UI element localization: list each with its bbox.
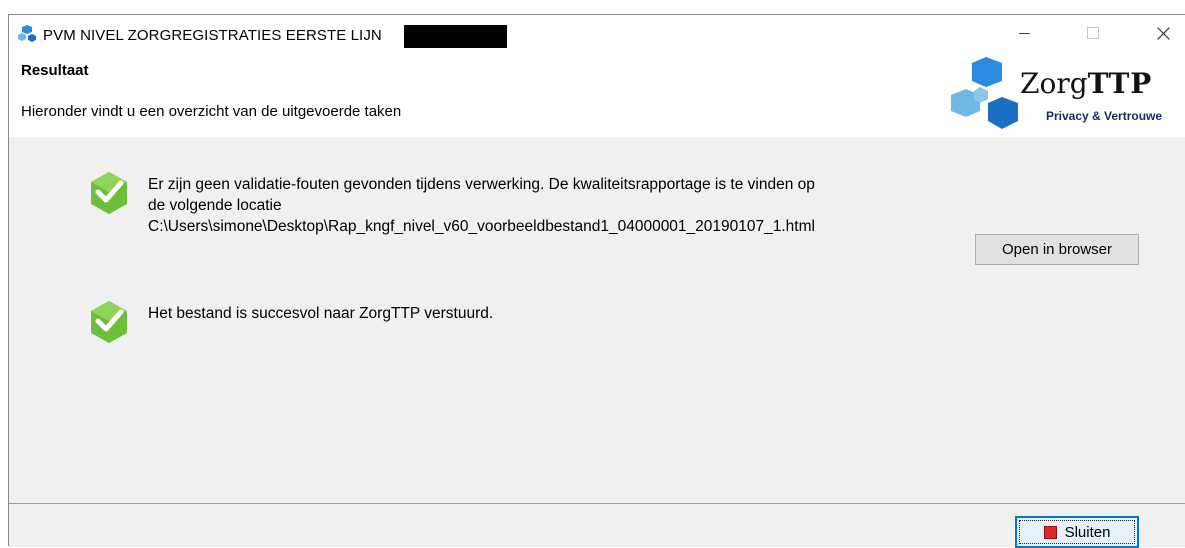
page-subtitle: Hieronder vindt u een overzicht van de u… xyxy=(21,103,402,120)
logo-name: ZorgTTP xyxy=(1020,67,1153,100)
upload-result-message: Het bestand is succesvol naar ZorgTTP ve… xyxy=(148,305,494,322)
results-panel: Er zijn geen validatie-fouten gevonden t… xyxy=(9,137,1185,503)
maximize-button[interactable] xyxy=(1070,15,1116,51)
app-window: PVM NIVEL ZORGREGISTRATIES EERSTE LIJN R… xyxy=(8,14,1185,548)
page-title: Resultaat xyxy=(21,62,89,79)
validation-text-line2: de volgende locatie xyxy=(148,197,282,214)
maximize-icon xyxy=(1087,27,1099,39)
stop-icon xyxy=(1043,525,1057,539)
close-button-label: Sluiten xyxy=(1064,523,1111,541)
minimize-icon xyxy=(1018,32,1030,34)
close-window-button[interactable] xyxy=(1140,15,1185,51)
logo-tagline: Privacy & Vertrouwe xyxy=(1046,109,1163,123)
title-bar[interactable]: PVM NIVEL ZORGREGISTRATIES EERSTE LIJN xyxy=(9,15,1185,53)
footer-bar: Sluiten xyxy=(9,503,1185,548)
close-icon xyxy=(1156,26,1170,40)
zorgttp-hexagons-icon xyxy=(951,57,1018,129)
validation-text-line1: Er zijn geen validatie-fouten gevonden t… xyxy=(148,176,815,193)
zorgttp-logo: ZorgTTP Privacy & Vertrouwe xyxy=(946,53,1185,139)
minimize-button[interactable] xyxy=(1001,15,1047,51)
open-in-browser-button[interactable]: Open in browser xyxy=(975,234,1139,265)
validation-result-message: Er zijn geen validatie-fouten gevonden t… xyxy=(148,174,968,237)
app-logo-icon xyxy=(18,25,36,42)
close-button[interactable]: Sluiten xyxy=(1015,516,1139,548)
check-shield-icon xyxy=(91,172,127,214)
report-file-path: C:\Users\simone\Desktop\Rap_kngf_nivel_v… xyxy=(148,218,815,235)
window-title: PVM NIVEL ZORGREGISTRATIES EERSTE LIJN xyxy=(43,27,382,44)
redacted-block xyxy=(404,25,507,48)
check-shield-icon xyxy=(91,301,127,343)
